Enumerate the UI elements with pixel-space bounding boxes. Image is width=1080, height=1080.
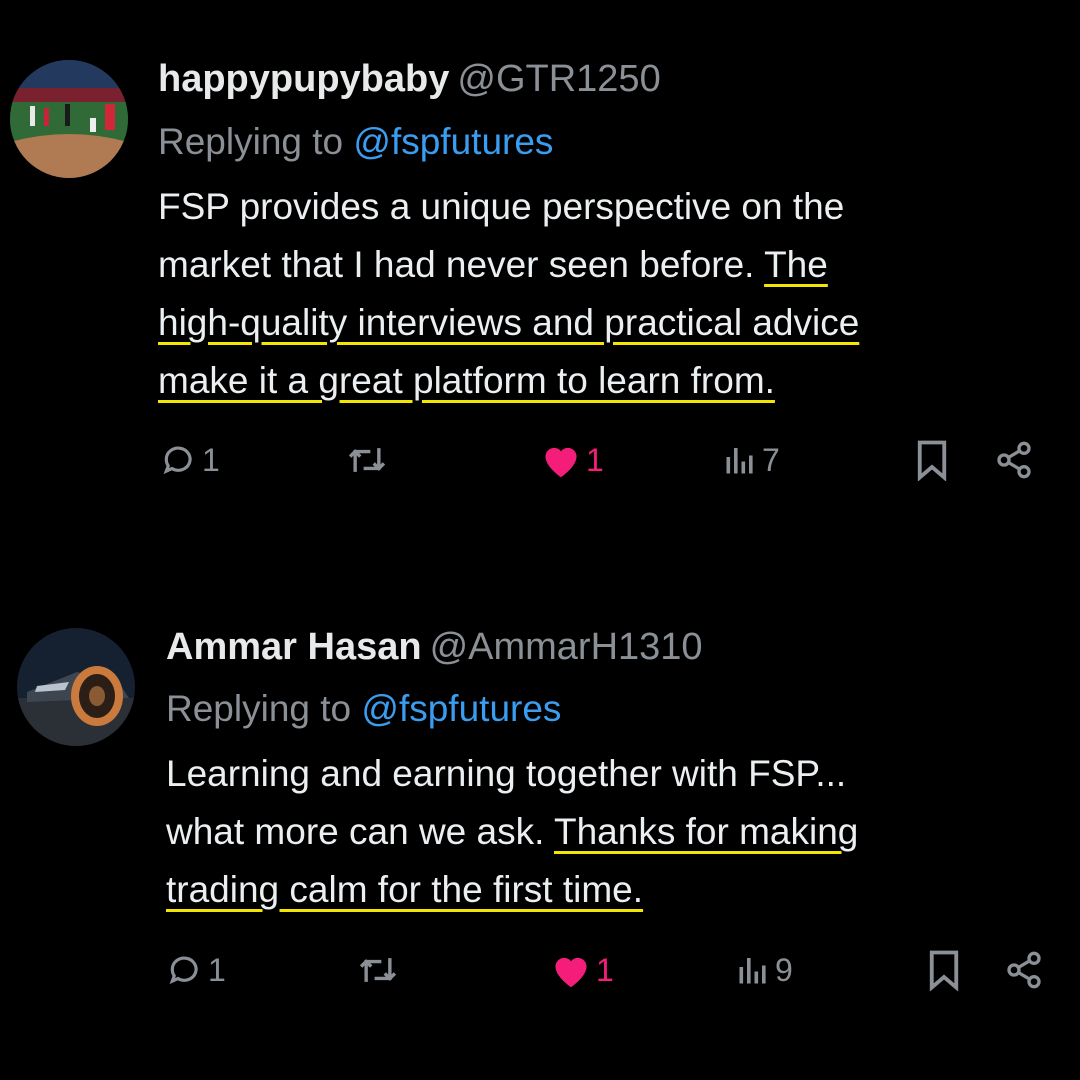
reply-icon	[169, 956, 198, 985]
body-line: Learning and earning together with FSP..…	[166, 745, 858, 803]
like-count: 1	[596, 951, 614, 988]
highlighted-text: The	[764, 244, 828, 285]
body-line: market that I had never seen before. The	[158, 236, 859, 294]
highlighted-text: Thanks for making	[554, 811, 859, 852]
replying-to-label: Replying to	[166, 688, 352, 729]
body-line: make it a great platform to learn from.	[158, 352, 859, 410]
view-count: 9	[775, 951, 793, 988]
bookmark-icon	[917, 440, 947, 481]
body-text: market that I had never seen before.	[158, 244, 765, 285]
avatar[interactable]	[17, 628, 135, 746]
views-icon	[739, 958, 766, 984]
display-name[interactable]: Ammar Hasan	[166, 626, 422, 668]
body-line: trading calm for the first time.	[166, 861, 858, 919]
like-button[interactable]: 1	[540, 430, 604, 490]
reply-icon	[163, 446, 192, 475]
action-bar: 1 1 9	[0, 940, 1080, 1000]
highlighted-text: make it a great platform to learn from.	[158, 360, 775, 401]
replying-to: Replying to @fspfutures	[166, 686, 561, 732]
retweet-button[interactable]	[345, 430, 393, 490]
bookmark-icon	[929, 950, 959, 991]
action-bar: 1 1 7	[0, 430, 1080, 490]
reply-button[interactable]: 1	[166, 940, 226, 1000]
highlighted-text: trading calm for the first time.	[166, 869, 644, 910]
bookmark-button[interactable]	[914, 430, 950, 490]
body-line: what more can we ask. Thanks for making	[166, 803, 858, 861]
heart-icon	[545, 447, 577, 478]
reply-button[interactable]: 1	[160, 430, 220, 490]
body-text: what more can we ask.	[166, 811, 554, 852]
body-text: Learning and earning together with FSP..…	[166, 753, 847, 794]
retweet-icon	[348, 448, 386, 472]
share-icon	[1007, 951, 1041, 989]
views-button[interactable]: 7	[722, 430, 780, 490]
like-count: 1	[586, 441, 604, 478]
views-icon	[726, 448, 753, 474]
tweet-body: Learning and earning together with FSP..…	[166, 745, 858, 919]
reply-count: 1	[208, 951, 226, 988]
tweet-header: happypupybaby @GTR1250	[158, 56, 661, 102]
retweet-icon	[359, 958, 397, 982]
tweet-header: Ammar Hasan @AmmarH1310	[166, 624, 703, 670]
heart-icon	[555, 957, 587, 988]
bookmark-button[interactable]	[926, 940, 962, 1000]
reply-count: 1	[202, 441, 220, 478]
body-text: FSP provides a unique perspective on the	[158, 186, 845, 227]
replying-to: Replying to @fspfutures	[158, 119, 553, 165]
like-button[interactable]: 1	[550, 940, 614, 1000]
share-button[interactable]	[1004, 940, 1044, 1000]
views-button[interactable]: 9	[735, 940, 793, 1000]
mention-link[interactable]: @fspfutures	[361, 688, 561, 729]
user-handle[interactable]: @AmmarH1310	[430, 626, 703, 668]
highlighted-text: high-quality interviews and practical ad…	[158, 302, 860, 343]
view-count: 7	[762, 441, 780, 478]
share-button[interactable]	[994, 430, 1034, 490]
share-icon	[997, 441, 1031, 479]
mention-link[interactable]: @fspfutures	[353, 121, 553, 162]
body-line: FSP provides a unique perspective on the	[158, 178, 859, 236]
tweet-body: FSP provides a unique perspective on the…	[158, 178, 859, 410]
display-name[interactable]: happypupybaby	[158, 58, 449, 100]
replying-to-label: Replying to	[158, 121, 344, 162]
avatar[interactable]	[10, 60, 128, 178]
body-line: high-quality interviews and practical ad…	[158, 294, 859, 352]
user-handle[interactable]: @GTR1250	[457, 58, 660, 100]
retweet-button[interactable]	[356, 940, 404, 1000]
